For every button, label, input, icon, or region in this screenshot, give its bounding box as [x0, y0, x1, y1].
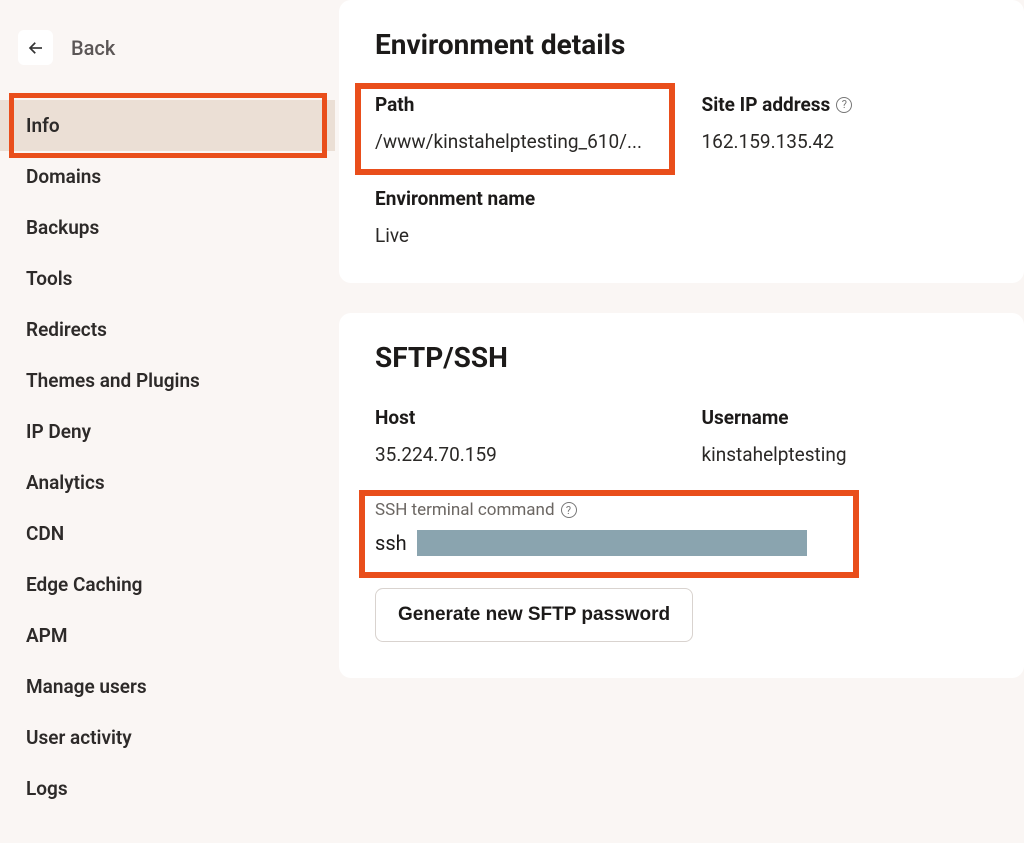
ssh-prefix: ssh: [375, 531, 407, 555]
env-name-field: Environment name Live: [375, 187, 662, 247]
sidebar-item-label: Manage users: [26, 675, 147, 698]
env-name-value: Live: [375, 224, 662, 247]
username-field: Username kinstahelptesting: [702, 406, 989, 466]
env-row-1: Path /www/kinstahelptesting_610/... Site…: [375, 93, 988, 153]
back-label: Back: [71, 36, 115, 60]
host-field: Host 35.224.70.159: [375, 406, 662, 466]
ssh-command-value: ssh: [375, 530, 988, 556]
arrow-left-icon: [27, 39, 45, 57]
host-label: Host: [375, 406, 662, 429]
sidebar-item-label: Info: [26, 114, 60, 137]
host-value: 35.224.70.159: [375, 443, 662, 466]
sidebar-item-ip-deny[interactable]: IP Deny: [0, 406, 335, 457]
ssh-command-section: SSH terminal command ? ssh: [375, 500, 988, 556]
sftp-row-1: Host 35.224.70.159 Username kinstahelpte…: [375, 406, 988, 466]
sidebar-item-label: IP Deny: [26, 420, 91, 443]
sidebar-item-cdn[interactable]: CDN: [0, 508, 335, 559]
env-title: Environment details: [375, 28, 988, 61]
sidebar-item-label: Analytics: [26, 471, 105, 494]
sftp-title: SFTP/SSH: [375, 341, 988, 374]
ip-field: Site IP address ? 162.159.135.42: [702, 93, 989, 153]
sidebar-item-label: Edge Caching: [26, 573, 143, 596]
sidebar-item-label: CDN: [26, 522, 64, 545]
sidebar-item-label: Backups: [26, 216, 99, 239]
sftp-card: SFTP/SSH Host 35.224.70.159 Username kin…: [339, 313, 1024, 678]
sidebar-item-domains[interactable]: Domains: [0, 151, 335, 202]
help-icon[interactable]: ?: [836, 97, 852, 113]
ip-label: Site IP address ?: [702, 93, 989, 116]
ssh-command-label: SSH terminal command ?: [375, 500, 988, 520]
sidebar-item-logs[interactable]: Logs: [0, 763, 335, 814]
username-value: kinstahelptesting: [702, 443, 989, 466]
sidebar-item-label: Themes and Plugins: [26, 369, 200, 392]
sidebar-item-label: Redirects: [26, 318, 107, 341]
help-icon[interactable]: ?: [561, 502, 577, 518]
sidebar-item-label: Logs: [26, 777, 68, 800]
path-value: /www/kinstahelptesting_610/...: [375, 130, 662, 153]
sidebar: Back Info Domains Backups Tools Redirect…: [0, 0, 335, 843]
spacer: [702, 187, 989, 247]
sidebar-item-label: Domains: [26, 165, 101, 188]
sidebar-item-label: User activity: [26, 726, 132, 749]
sidebar-item-analytics[interactable]: Analytics: [0, 457, 335, 508]
nav-list: Info Domains Backups Tools Redirects The…: [0, 100, 335, 814]
main-content: Environment details Path /www/kinstahelp…: [335, 0, 1024, 843]
environment-details-card: Environment details Path /www/kinstahelp…: [339, 0, 1024, 283]
path-label: Path: [375, 93, 662, 116]
sidebar-item-info[interactable]: Info: [0, 100, 335, 151]
path-field: Path /www/kinstahelptesting_610/...: [375, 93, 662, 153]
sidebar-item-themes-plugins[interactable]: Themes and Plugins: [0, 355, 335, 406]
env-name-label: Environment name: [375, 187, 662, 210]
generate-sftp-password-button[interactable]: Generate new SFTP password: [375, 588, 693, 642]
sidebar-item-tools[interactable]: Tools: [0, 253, 335, 304]
sidebar-item-backups[interactable]: Backups: [0, 202, 335, 253]
back-row: Back: [0, 30, 335, 65]
sidebar-item-apm[interactable]: APM: [0, 610, 335, 661]
sidebar-item-manage-users[interactable]: Manage users: [0, 661, 335, 712]
username-label: Username: [702, 406, 989, 429]
ssh-label-text: SSH terminal command: [375, 500, 555, 520]
ssh-redacted: [417, 530, 807, 556]
sidebar-item-edge-caching[interactable]: Edge Caching: [0, 559, 335, 610]
sidebar-item-redirects[interactable]: Redirects: [0, 304, 335, 355]
ip-value: 162.159.135.42: [702, 130, 989, 153]
env-row-2: Environment name Live: [375, 187, 988, 247]
sidebar-item-label: Tools: [26, 267, 72, 290]
sidebar-item-label: APM: [26, 624, 68, 647]
back-button[interactable]: [18, 30, 53, 65]
ip-label-text: Site IP address: [702, 93, 831, 116]
sidebar-item-user-activity[interactable]: User activity: [0, 712, 335, 763]
